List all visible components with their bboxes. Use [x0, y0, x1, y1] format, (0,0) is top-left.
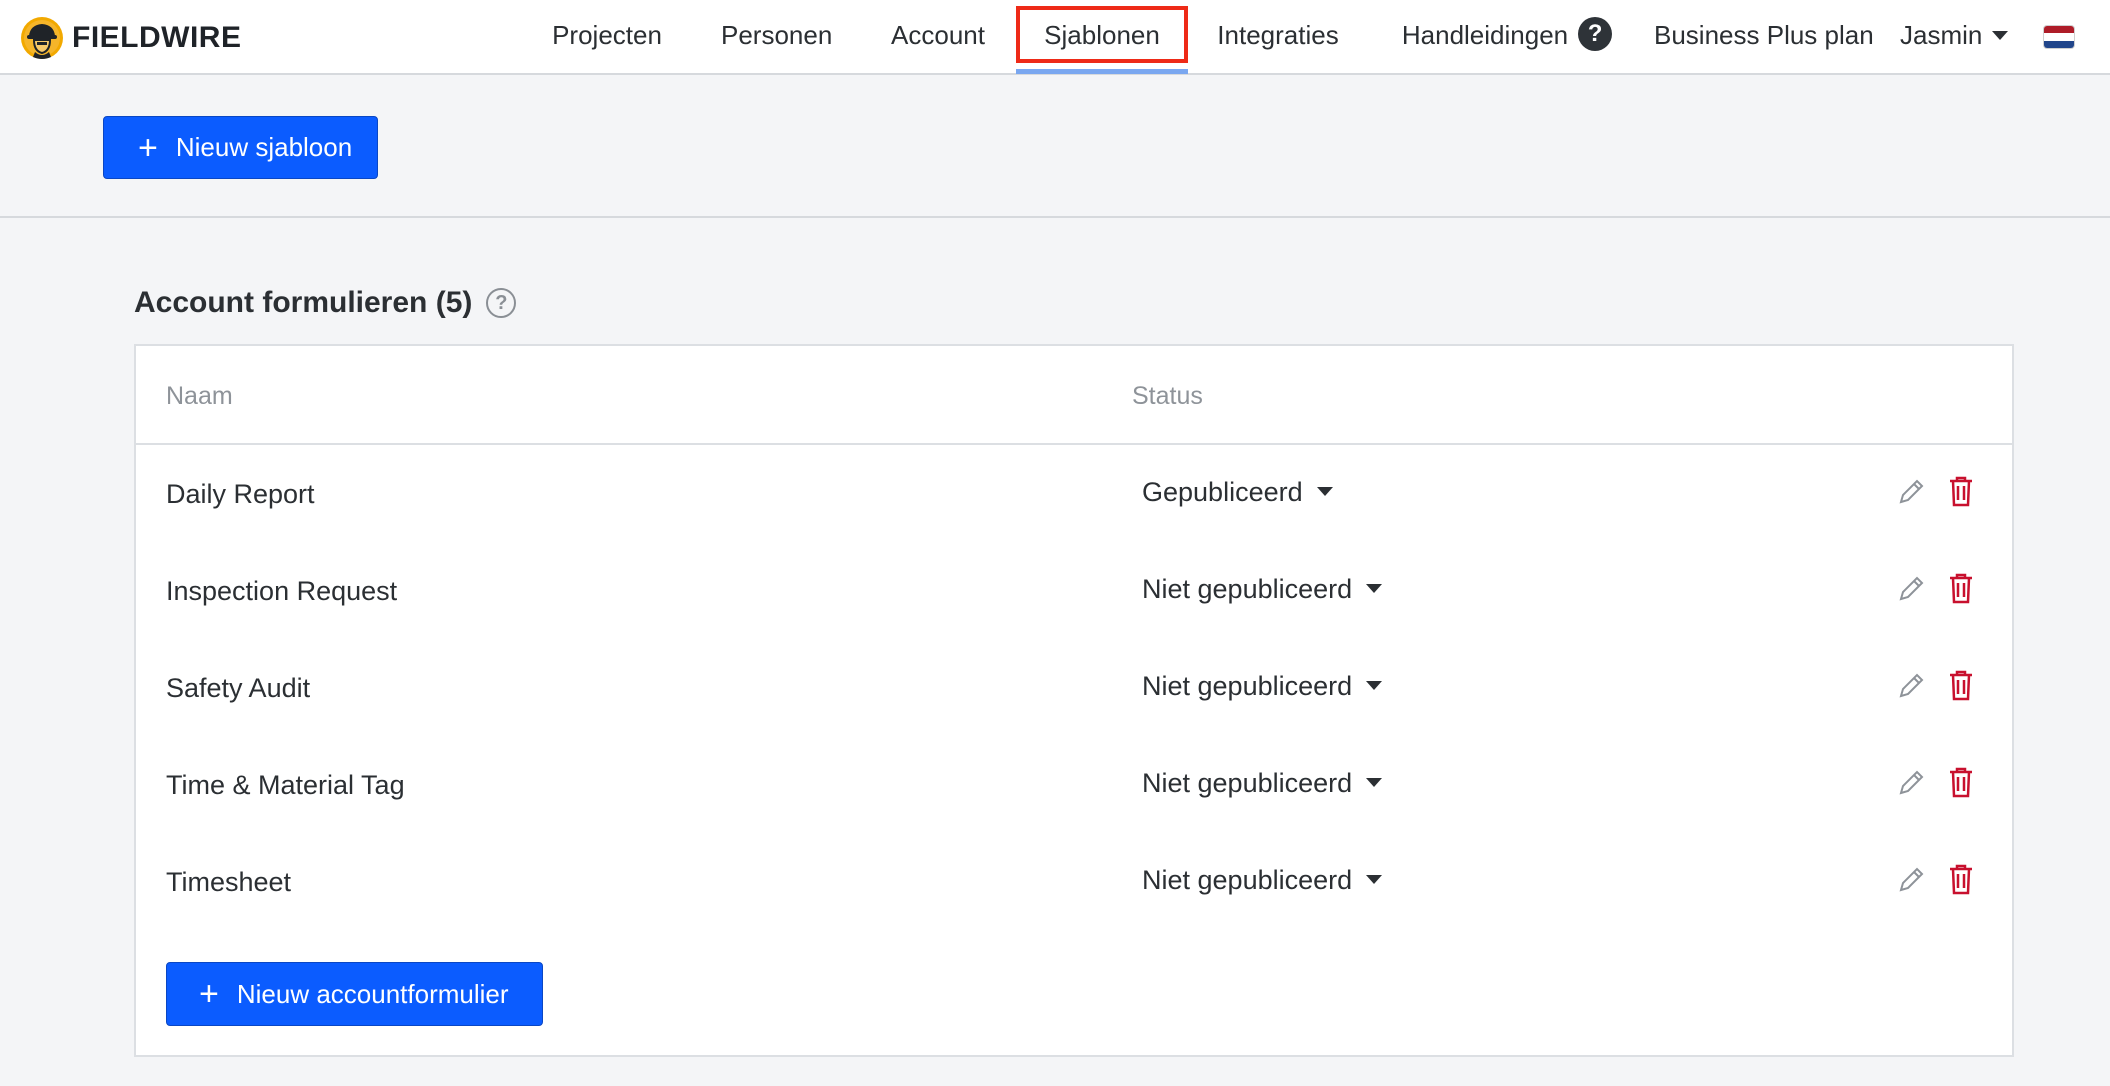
trash-icon[interactable] — [1948, 475, 1974, 507]
pencil-icon[interactable] — [1896, 768, 1926, 798]
nav-integraties[interactable]: Integraties — [1216, 0, 1340, 73]
plus-icon: + — [138, 128, 158, 167]
pencil-icon[interactable] — [1896, 574, 1926, 604]
table-row: Time & Material Tag Niet gepubliceerd — [136, 738, 2012, 835]
templates-toolbar: + Nieuw sjabloon — [0, 75, 2110, 218]
status-dropdown[interactable]: Niet gepubliceerd — [1142, 671, 1383, 702]
nav-handleidingen[interactable]: Handleidingen? — [1400, 0, 1614, 73]
netherlands-flag-icon[interactable] — [2044, 26, 2074, 48]
nav-integraties-label: Integraties — [1217, 20, 1339, 50]
pencil-icon[interactable] — [1896, 477, 1926, 507]
nav-plan[interactable]: Business Plus plan — [1654, 0, 1874, 73]
question-circle-icon[interactable]: ? — [486, 288, 517, 318]
form-name[interactable]: Time & Material Tag — [166, 770, 405, 801]
status-value: Niet gepubliceerd — [1142, 671, 1353, 701]
table-header: Naam Status — [136, 346, 2012, 445]
fieldwire-logo[interactable]: FIELDWIRE — [20, 16, 242, 60]
trash-icon[interactable] — [1948, 572, 1974, 604]
top-navigation-bar: FIELDWIRE Projecten Personen Account Sja… — [0, 0, 2110, 75]
trash-icon[interactable] — [1948, 669, 1974, 701]
new-account-form-button[interactable]: + Nieuw accountformulier — [166, 962, 543, 1026]
chevron-down-icon — [1366, 584, 1383, 594]
new-template-button[interactable]: + Nieuw sjabloon — [103, 116, 378, 179]
status-dropdown[interactable]: Niet gepubliceerd — [1142, 574, 1383, 605]
pencil-icon[interactable] — [1896, 865, 1926, 895]
table-row: Inspection Request Niet gepubliceerd — [136, 544, 2012, 641]
nav-sjablonen-label: Sjablonen — [1044, 20, 1160, 50]
nav-personen[interactable]: Personen — [721, 0, 833, 73]
user-name: Jasmin — [1900, 20, 1983, 50]
column-header-status[interactable]: Status — [1132, 382, 1203, 411]
form-name[interactable]: Safety Audit — [166, 673, 310, 704]
help-circle-icon: ? — [1578, 17, 1613, 52]
chevron-down-icon — [1366, 778, 1383, 788]
status-value: Niet gepubliceerd — [1142, 768, 1353, 798]
trash-icon[interactable] — [1948, 766, 1974, 798]
plus-icon: + — [199, 975, 219, 1013]
table-row: Safety Audit Niet gepubliceerd — [136, 641, 2012, 738]
account-forms-title: Account formulieren (5) ? — [134, 286, 517, 320]
table-row: Timesheet Niet gepubliceerd — [136, 835, 2012, 932]
status-value: Gepubliceerd — [1142, 477, 1303, 507]
table-row: Daily Report Gepubliceerd — [136, 447, 2012, 544]
nav-account-label: Account — [891, 20, 985, 50]
account-forms-table: Naam Status Daily Report Gepubliceerd In… — [134, 344, 2014, 1057]
nav-sjablonen[interactable]: Sjablonen — [1016, 0, 1188, 74]
column-header-name[interactable]: Naam — [166, 382, 233, 411]
chevron-down-icon — [1366, 875, 1383, 885]
chevron-down-icon — [1992, 30, 2009, 40]
chevron-down-icon — [1366, 681, 1383, 691]
status-value: Niet gepubliceerd — [1142, 865, 1353, 895]
form-name[interactable]: Inspection Request — [166, 576, 397, 607]
nav-account[interactable]: Account — [888, 0, 988, 73]
nav-personen-label: Personen — [721, 20, 833, 50]
status-dropdown[interactable]: Niet gepubliceerd — [1142, 865, 1383, 896]
new-template-label: Nieuw sjabloon — [175, 132, 353, 162]
status-value: Niet gepubliceerd — [1142, 574, 1353, 604]
form-name[interactable]: Timesheet — [166, 867, 291, 898]
nav-projecten[interactable]: Projecten — [549, 0, 665, 73]
pencil-icon[interactable] — [1896, 671, 1926, 701]
user-menu[interactable]: Jasmin — [1900, 0, 2009, 73]
chevron-down-icon — [1316, 487, 1333, 497]
plan-label: Business Plus plan — [1654, 20, 1874, 50]
nav-projecten-label: Projecten — [552, 20, 662, 50]
trash-icon[interactable] — [1948, 863, 1974, 895]
status-dropdown[interactable]: Niet gepubliceerd — [1142, 768, 1383, 799]
form-name[interactable]: Daily Report — [166, 479, 315, 510]
status-dropdown[interactable]: Gepubliceerd — [1142, 477, 1333, 508]
new-account-form-label: Nieuw accountformulier — [236, 978, 509, 1009]
nav-handleidingen-label: Handleidingen — [1401, 20, 1569, 50]
section-title-text: Account formulieren (5) — [134, 286, 473, 319]
brand-name: FIELDWIRE — [72, 21, 242, 54]
hardhat-worker-logo-icon — [21, 17, 63, 59]
